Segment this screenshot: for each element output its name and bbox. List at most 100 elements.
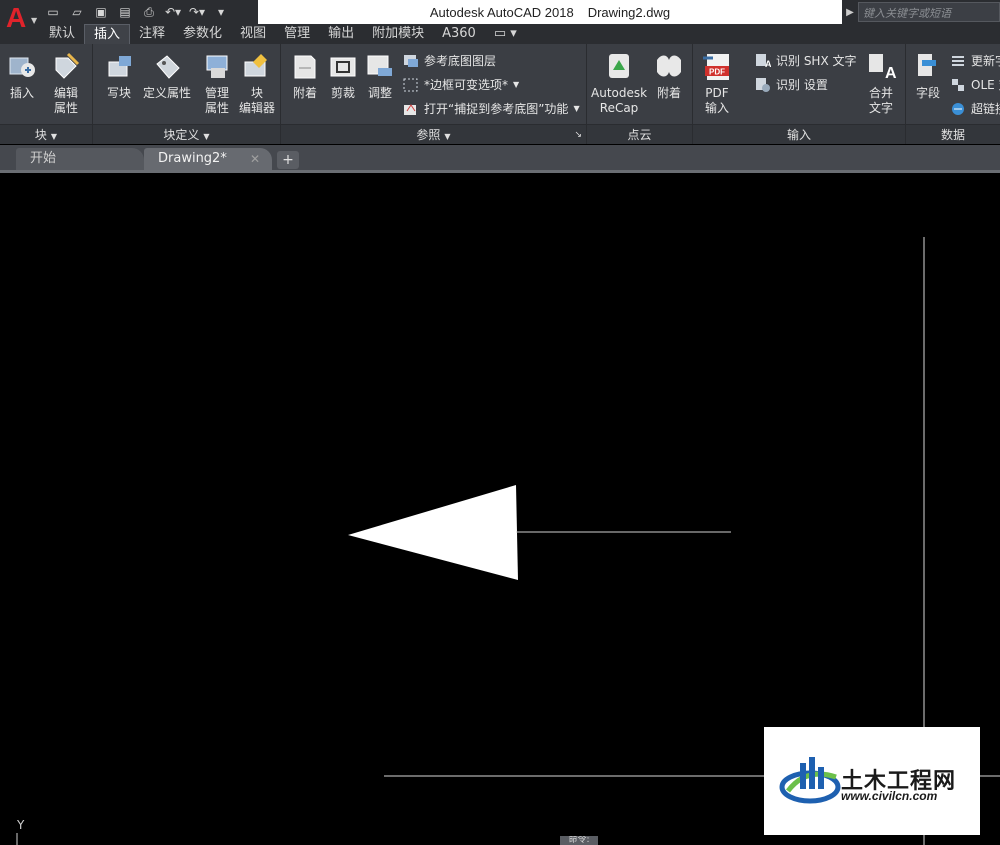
application-menu-button[interactable]: A ▼ <box>0 0 40 44</box>
save-icon[interactable]: ▣ <box>92 3 110 21</box>
attach-button[interactable]: 附着 <box>289 50 321 101</box>
manage-attributes-icon <box>206 55 228 78</box>
write-block-label: 写块 <box>106 86 131 100</box>
arrowhead-shape[interactable] <box>348 485 518 580</box>
attach-point-cloud-label: 附着 <box>656 86 681 100</box>
combine-text-icon: A <box>869 54 897 82</box>
app-title: Autodesk AutoCAD 2018 <box>429 4 574 20</box>
block-editor-button[interactable]: 块 编辑器 <box>239 50 275 116</box>
panel-point-cloud: Autodesk ReCap 附着 点云 <box>587 44 693 144</box>
chevron-down-icon: ▼ <box>513 80 520 89</box>
chevron-down-icon: ▼ <box>573 104 580 113</box>
panel-title-block-definition[interactable]: 块定义 ▼ <box>93 124 280 144</box>
panel-title-block-definition-label: 块定义 <box>163 128 200 142</box>
tab-a360[interactable]: A360 <box>433 24 485 44</box>
file-tab-drawing2[interactable]: Drawing2* ✕ <box>144 148 272 172</box>
edit-label: 编辑 <box>53 86 78 100</box>
panel-block: 插入 编辑 属性 块 ▼ <box>0 44 93 144</box>
panel-title-block[interactable]: 块 ▼ <box>0 124 92 144</box>
pdf-label: PDF <box>705 86 729 100</box>
manage-label: 管理 <box>204 86 229 100</box>
manage-attributes-button[interactable]: 管理 属性 <box>201 50 233 116</box>
save-as-icon[interactable]: ▤ <box>116 3 134 21</box>
panel-title-reference[interactable]: 参照 ▼ ↘ <box>281 124 586 144</box>
panel-import: PDF PDF 输入 A 识别 SHX 文字 识别 设置 A 合并 文字 输入 <box>693 44 906 144</box>
update-fields-button[interactable]: 更新字 <box>950 52 1000 69</box>
close-icon[interactable]: ✕ <box>250 148 260 170</box>
quick-access-toolbar: ▭ ▱ ▣ ▤ ⎙ ↶▾ ↷▾ ▾ <box>44 2 230 22</box>
field-icon <box>918 54 936 76</box>
autodesk-recap-button[interactable]: Autodesk ReCap <box>591 50 647 116</box>
tab-addins[interactable]: 附加模块 <box>363 24 433 44</box>
ole-object-button[interactable]: OLE 对 <box>950 76 1000 93</box>
tab-default[interactable]: 默认 <box>40 24 84 44</box>
underlay-layers-label: 参考底图图层 <box>424 54 497 68</box>
combine-label: 合并 <box>868 86 893 100</box>
edit-attribute-button[interactable]: 编辑 属性 <box>50 50 82 116</box>
customize-icon[interactable]: ▾ <box>212 3 230 21</box>
hyperlink-icon <box>952 102 964 115</box>
tab-annotate[interactable]: 注释 <box>130 24 174 44</box>
panel-title-point-cloud: 点云 <box>587 124 692 144</box>
print-icon[interactable]: ⎙ <box>140 3 158 21</box>
tab-output[interactable]: 输出 <box>319 24 363 44</box>
redo-icon[interactable]: ↷▾ <box>188 3 206 21</box>
text-label: 文字 <box>868 101 893 115</box>
title-bar: ▭ ▱ ▣ ▤ ⎙ ↶▾ ↷▾ ▾ Autodesk AutoCAD 2018 … <box>0 0 1000 24</box>
recap-label: ReCap <box>599 101 639 115</box>
combine-text-button[interactable]: A 合并 文字 <box>865 50 897 116</box>
dialog-launcher-icon[interactable]: ↘ <box>574 125 582 145</box>
file-tab-start-label: 开始 <box>30 151 57 166</box>
open-icon[interactable]: ▱ <box>68 3 86 21</box>
write-block-button[interactable]: 写块 <box>103 50 135 101</box>
file-tab-start[interactable]: 开始 <box>16 148 144 172</box>
ucs-y-label: Y <box>17 818 25 832</box>
tab-insert[interactable]: 插入 <box>84 24 131 44</box>
point-cloud-icon <box>657 55 681 77</box>
recognize-shx-text-button[interactable]: A 识别 SHX 文字 <box>755 52 857 69</box>
panel-reference: 附着 剪裁 调整 参考底图图层 *边框可变选项* ▼ 打开“捕捉到参考底图”功能 <box>281 44 587 144</box>
pdf-import-button[interactable]: PDF PDF 输入 <box>701 50 733 116</box>
panel-title-import: 输入 <box>693 124 905 144</box>
ribbon-tabs: 默认 插入 注释 参数化 视图 管理 输出 附加模块 A360 ▭ ▾ <box>40 24 1000 44</box>
tab-featured-apps[interactable]: ▭ ▾ <box>485 24 526 44</box>
pdf-import-label: 输入 <box>704 101 729 115</box>
clip-button[interactable]: 剪裁 <box>327 50 359 101</box>
underlay-layers-button[interactable]: 参考底图图层 <box>403 52 496 69</box>
adjust-button[interactable]: 调整 <box>364 50 396 101</box>
command-line-label: 命令: <box>568 836 590 845</box>
new-tab-button[interactable]: + <box>277 151 299 169</box>
tab-parametric[interactable]: 参数化 <box>174 24 231 44</box>
panel-title-point-cloud-label: 点云 <box>627 128 652 142</box>
recognize-settings-label: 识别 设置 <box>776 78 828 92</box>
tab-manage[interactable]: 管理 <box>275 24 319 44</box>
command-line[interactable]: 命令: <box>560 836 598 845</box>
insert-block-button[interactable]: 插入 <box>6 50 38 101</box>
underlay-layers-icon <box>404 54 418 67</box>
panel-block-definition: 写块 定义属性 管理 属性 块 编辑器 块定义 ▼ <box>93 44 281 144</box>
panel-title-import-label: 输入 <box>786 128 811 142</box>
new-icon[interactable]: ▭ <box>44 3 62 21</box>
insert-block-icon <box>9 57 35 77</box>
attach-point-cloud-button[interactable]: 附着 <box>653 50 685 101</box>
recognize-shx-icon: A <box>756 53 771 69</box>
define-attribute-label: 定义属性 <box>143 86 192 100</box>
field-button[interactable]: 字段 <box>912 50 944 101</box>
chevron-down-icon: ▼ <box>444 132 451 141</box>
recognize-settings-button[interactable]: 识别 设置 <box>755 76 828 93</box>
undo-icon[interactable]: ↶▾ <box>164 3 182 21</box>
search-expand-icon[interactable]: ▶ <box>843 2 857 22</box>
clip-icon <box>330 57 356 77</box>
define-attribute-button[interactable]: 定义属性 <box>143 50 191 101</box>
search-input[interactable]: 键入关键字或短语 <box>858 2 1000 22</box>
snap-to-underlay-button[interactable]: 打开“捕捉到参考底图”功能 ▼ <box>403 100 580 117</box>
site-watermark: 土木工程网 www.civilcn.com <box>764 727 980 835</box>
svg-text:A: A <box>885 65 897 82</box>
hyperlink-button[interactable]: 超链接 <box>950 100 1000 117</box>
adjust-label: 调整 <box>367 86 392 100</box>
pdf-icon: PDF <box>703 54 729 80</box>
tab-view[interactable]: 视图 <box>231 24 275 44</box>
ole-object-icon <box>952 78 964 91</box>
frame-variable-button[interactable]: *边框可变选项* ▼ <box>403 76 519 93</box>
recap-icon <box>609 54 630 78</box>
